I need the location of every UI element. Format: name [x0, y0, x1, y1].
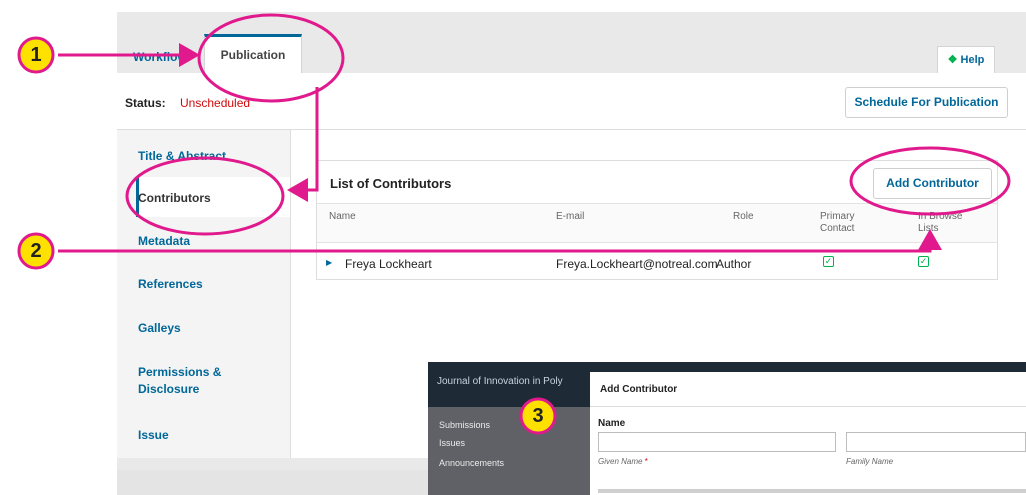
arrow-publication-to-contributors [287, 87, 319, 202]
highlight-add-contributor [849, 146, 1011, 216]
highlight-publication-tab [197, 13, 345, 103]
annotation-overlay [17, 13, 1011, 435]
highlight-contributors-item [125, 156, 285, 236]
step-number-3: 3 [532, 405, 544, 427]
step-number-1: 1 [30, 44, 42, 66]
arrow-2-to-add-contributor [58, 229, 942, 253]
step-number-2: 2 [30, 240, 42, 262]
